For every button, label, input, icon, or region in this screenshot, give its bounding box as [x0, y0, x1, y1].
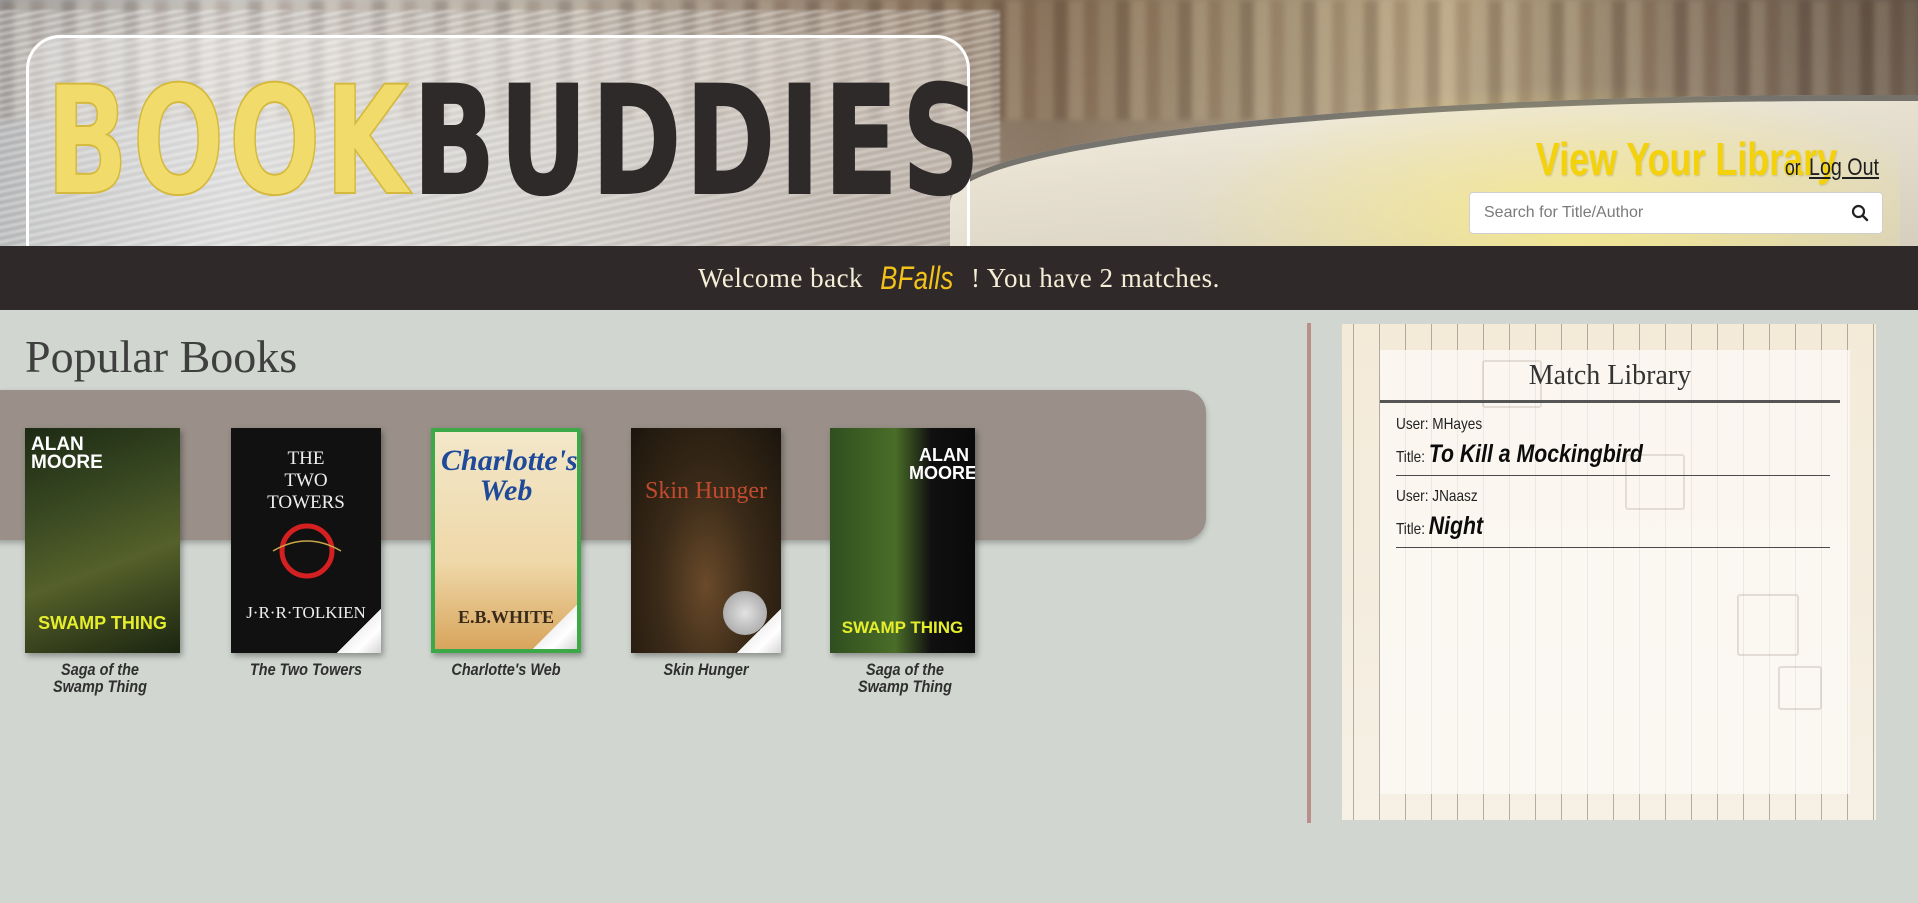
match-library-title: Match Library: [1528, 360, 1692, 391]
book-card-4[interactable]: Skin Hunger Skin Hunger: [631, 428, 781, 678]
cover-title: THE TWO TOWERS: [267, 448, 345, 513]
user-nav: View Your Library or Log Out: [1451, 132, 1880, 186]
match-library-panel: Match Library User: MHayes Title: To Kil…: [1342, 324, 1876, 820]
caption-line: Saga of the: [61, 660, 139, 679]
book-cover[interactable]: ALAN MOORE SWAMP THING: [830, 428, 975, 653]
page-curl: [533, 605, 577, 649]
book-card-5[interactable]: ALAN MOORE SWAMP THING Saga of the Swamp…: [830, 428, 980, 695]
book-shelf-tray: [0, 390, 1206, 540]
user-label: User:: [1396, 488, 1429, 505]
book-caption: Saga of the Swamp Thing: [36, 661, 164, 695]
welcome-suffix: ! You have 2 matches.: [970, 262, 1220, 293]
caption-line: Swamp Thing: [858, 677, 952, 696]
book-caption: Saga of the Swamp Thing: [841, 661, 969, 695]
welcome-username: BFalls: [880, 259, 954, 296]
cover-title: Skin Hunger: [645, 478, 767, 504]
page-curl: [337, 609, 381, 653]
welcome-bar: Welcome back BFalls ! You have 2 matches…: [0, 246, 1918, 310]
book-cover[interactable]: Charlotte's Web E.B.WHITE: [431, 428, 581, 653]
logout-link[interactable]: Log Out: [1809, 154, 1879, 182]
match-entry[interactable]: User: MHayes Title: To Kill a Mockingbir…: [1396, 416, 1830, 476]
match-title-line: Title: Night: [1396, 512, 1765, 541]
book-card-1[interactable]: ALAN MOORE SWAMP THING Saga of the Swamp…: [25, 428, 180, 695]
ring-icon: [272, 523, 342, 579]
search-input[interactable]: [1470, 193, 1838, 233]
welcome-prefix: Welcome back: [698, 262, 864, 293]
cover-title: SWAMP THING: [38, 613, 167, 633]
cover-author: ALAN MOORE: [31, 434, 103, 473]
decor-square: [1737, 594, 1799, 656]
match-title-line: Title: To Kill a Mockingbird: [1396, 440, 1765, 469]
or-label: or: [1784, 155, 1801, 180]
cover-title: Charlotte's Web: [441, 444, 578, 507]
match-entry[interactable]: User: JNaasz Title: Night: [1396, 488, 1830, 548]
page-curl: [737, 609, 781, 653]
site-logo[interactable]: BOOKBUDDIES: [45, 52, 985, 232]
cover-title: SWAMP THING: [841, 618, 964, 637]
user-label: User:: [1396, 416, 1429, 433]
header-banner: BOOKBUDDIES View Your Library or Log Out: [0, 0, 1918, 246]
caption-line: Saga of the: [866, 660, 944, 679]
user-name: JNaasz: [1432, 488, 1478, 505]
title-label: Title:: [1396, 449, 1425, 466]
column-divider: [1307, 323, 1311, 823]
title-label: Title:: [1396, 521, 1425, 538]
book-cover[interactable]: Skin Hunger: [631, 428, 781, 653]
search-icon: [1851, 204, 1869, 222]
book-cover[interactable]: ALAN MOORE SWAMP THING: [25, 428, 180, 653]
decor-square: [1778, 666, 1822, 710]
search-button[interactable]: [1838, 193, 1882, 233]
caption-line: Skin Hunger: [663, 660, 749, 679]
book-cover[interactable]: THE TWO TOWERS J·R·R·TOLKIEN: [231, 428, 381, 653]
popular-books-heading: Popular Books: [25, 331, 298, 382]
caption-line: The Two Towers: [249, 660, 363, 679]
caption-line: Swamp Thing: [53, 677, 147, 696]
book-caption: The Two Towers: [242, 661, 370, 678]
book-caption: Charlotte's Web: [442, 661, 570, 678]
logo-buddies-text: BUDDIES: [412, 54, 985, 230]
match-user: User: JNaasz: [1396, 488, 1765, 506]
title-underline: [1380, 400, 1840, 403]
user-name: MHayes: [1432, 416, 1483, 433]
logo-book-text: BOOK: [45, 54, 413, 230]
book-title: Night: [1428, 512, 1484, 540]
caption-line: Charlotte's Web: [451, 660, 561, 679]
match-user: User: MHayes: [1396, 416, 1765, 434]
book-card-2[interactable]: THE TWO TOWERS J·R·R·TOLKIEN The Two Tow…: [231, 428, 381, 678]
book-caption: Skin Hunger: [642, 661, 770, 678]
cover-author: ALAN MOORE: [909, 445, 975, 483]
book-card-3[interactable]: Charlotte's Web E.B.WHITE Charlotte's We…: [431, 428, 581, 678]
book-title: To Kill a Mockingbird: [1428, 440, 1643, 468]
search-bar: [1469, 192, 1883, 234]
